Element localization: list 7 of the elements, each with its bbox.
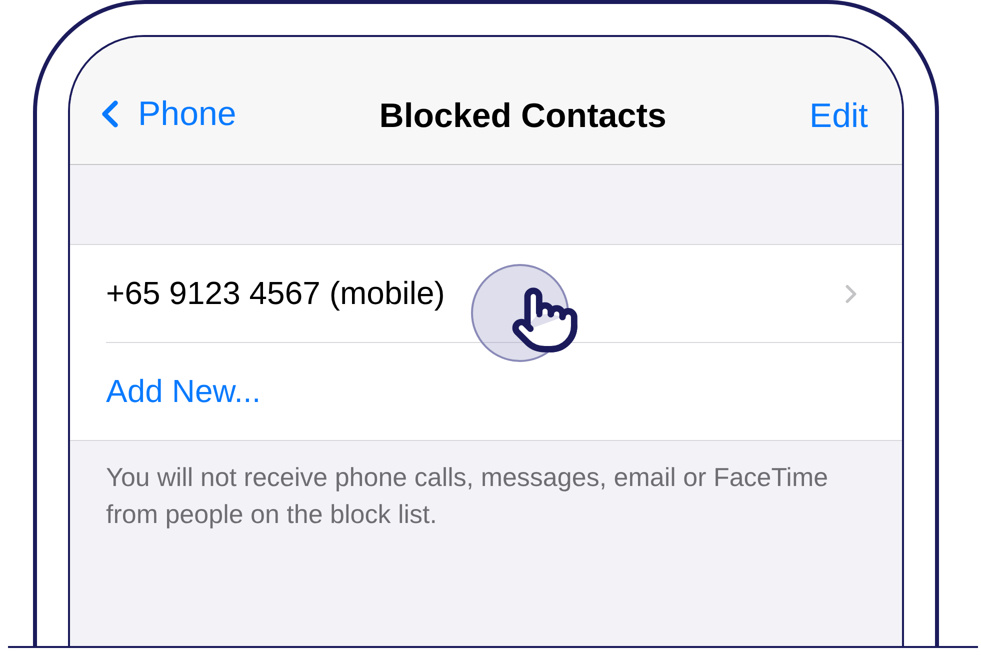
footer-note: You will not receive phone calls, messages, email or FaceTime from people on the block list.	[106, 461, 830, 531]
hand-pointer-icon	[510, 285, 580, 355]
edit-button[interactable]: Edit	[809, 97, 868, 136]
screen-title: Blocked Contacts	[379, 97, 666, 136]
blocked-contact[interactable]: +65 9123 4567 (mobile)	[106, 275, 445, 312]
back-button[interactable]: Phone	[88, 92, 236, 136]
add-new-link[interactable]: Add New...	[106, 373, 261, 410]
